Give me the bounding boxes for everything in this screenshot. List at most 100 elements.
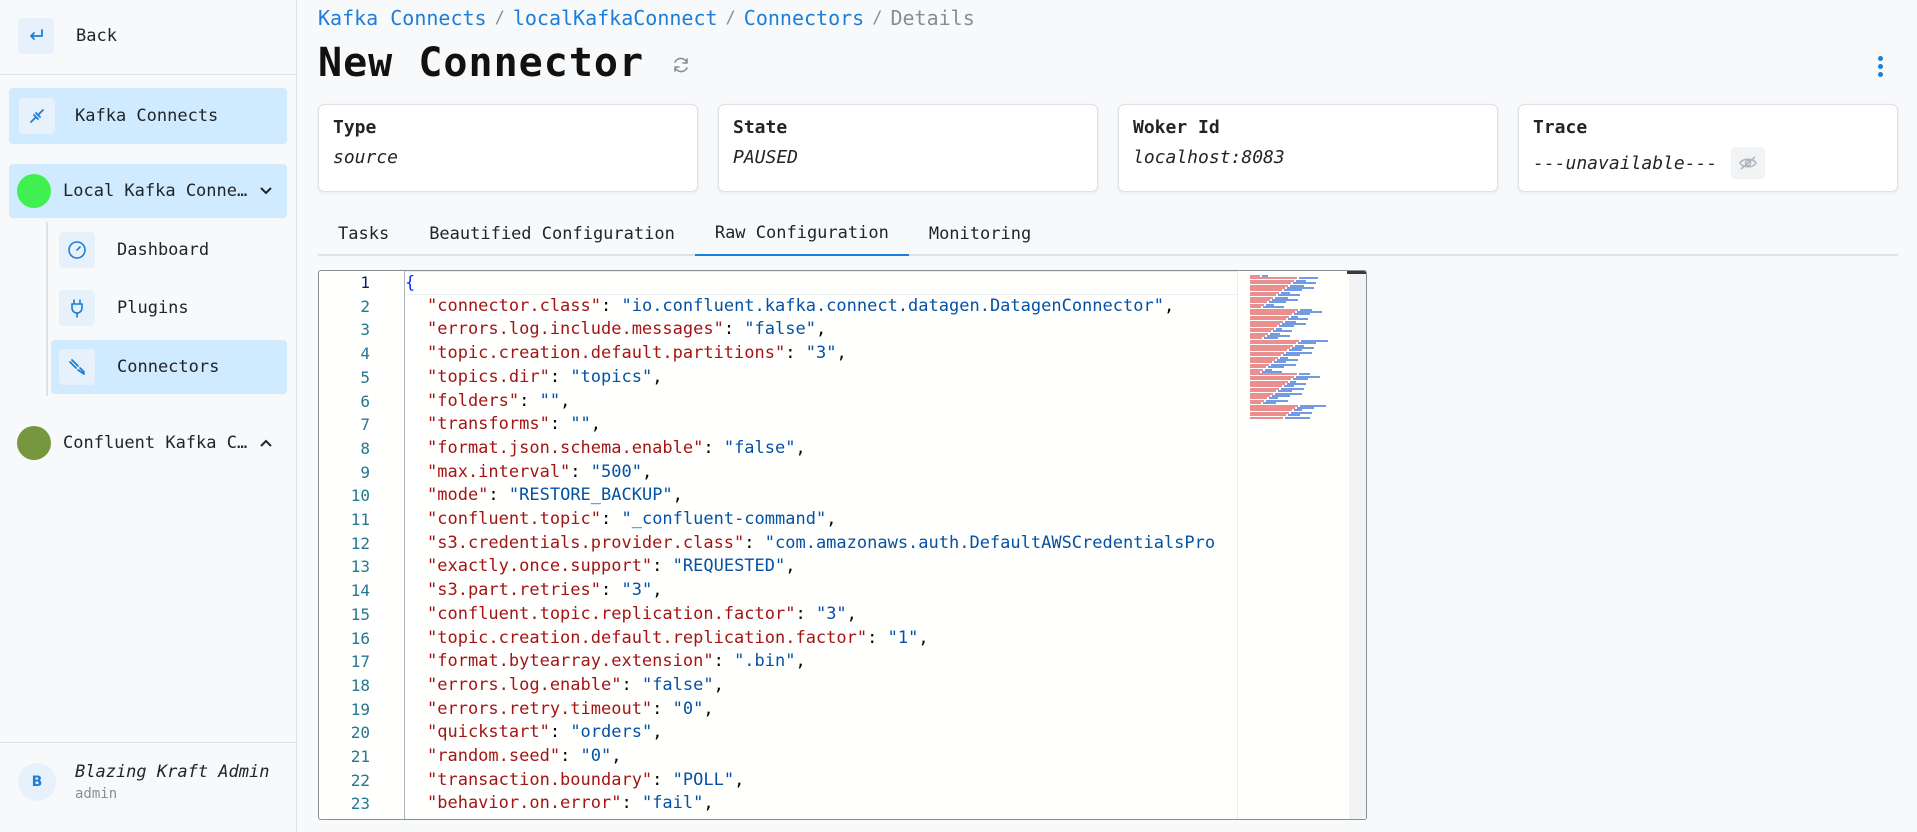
json-colon: : — [621, 793, 642, 814]
nav-kafka-connects[interactable]: Kafka Connects — [9, 88, 287, 144]
json-colon: : — [652, 698, 673, 719]
json-key: "topic.creation.default.partitions" — [427, 343, 786, 364]
json-value: "RESTORE_BACKUP" — [508, 485, 673, 506]
cluster-status-dot — [17, 426, 51, 460]
code-editor[interactable]: 1 2 3 4 5 6 7 8 9 10 11 12 13 14 15 16 17 18 19 20 21 22 23 {"… — [318, 270, 1367, 820]
json-value: "3" — [815, 603, 847, 624]
avatar: B — [18, 763, 56, 801]
json-comma: , — [672, 485, 683, 506]
code-line: "max.interval": "500", — [427, 461, 652, 485]
tabs: Tasks Beautified Configuration Raw Confi… — [318, 212, 1898, 256]
json-comma: , — [703, 793, 714, 814]
line-number: 11 — [350, 510, 370, 529]
chevron-down-icon[interactable] — [257, 182, 275, 200]
code-line: "topic.creation.default.partitions": "3"… — [427, 342, 847, 366]
json-value: "3" — [621, 580, 653, 601]
chevron-up-icon[interactable] — [257, 434, 275, 452]
json-brace: { — [405, 273, 416, 293]
code-line: "confluent.topic": "_confluent-command", — [427, 508, 836, 532]
cluster-confluent-label: Confluent Kafka C… — [63, 433, 248, 453]
json-colon: : — [785, 343, 806, 364]
json-value: "false" — [744, 319, 816, 340]
back-label: Back — [76, 26, 117, 46]
json-value: "topics" — [570, 366, 653, 387]
card-value: source — [333, 147, 399, 168]
card-trace: Trace ---unavailable--- — [1518, 104, 1898, 192]
line-number: 5 — [360, 367, 370, 387]
user-menu[interactable]: B Blazing Kraft Admin admin — [18, 762, 269, 802]
tab-tasks[interactable]: Tasks — [318, 212, 409, 256]
minimap-line — [1250, 416, 1283, 419]
code-line: "random.seed": "0", — [427, 745, 622, 769]
line-number: 21 — [350, 747, 370, 766]
code-line: "behavior.on.error": "fail", — [427, 792, 714, 816]
code-line: "quickstart": "orders", — [427, 721, 662, 745]
json-value: "_confluent-command" — [621, 509, 827, 529]
sidebar-item-label: Plugins — [117, 298, 189, 318]
json-value: "1" — [887, 627, 919, 648]
scrollbar-thumb[interactable] — [1347, 271, 1366, 274]
json-key: "errors.log.include.messages" — [427, 319, 724, 340]
card-title: State — [733, 117, 788, 138]
code-line: "topic.creation.default.replication.fact… — [427, 627, 929, 651]
code-line: "topics.dir": "topics", — [427, 366, 662, 390]
eye-off-icon[interactable] — [1731, 147, 1766, 179]
json-colon: : — [549, 722, 571, 743]
json-key: "random.seed" — [427, 746, 561, 766]
code-line: "exactly.once.support": "REQUESTED", — [427, 555, 796, 579]
tab-monitoring[interactable]: Monitoring — [909, 212, 1051, 256]
back-arrow-icon — [18, 18, 54, 54]
breadcrumb: Kafka Connects / localKafkaConnect / Con… — [318, 6, 975, 30]
breadcrumb-kafka-connects[interactable]: Kafka Connects — [318, 6, 487, 30]
json-colon: : — [549, 366, 571, 387]
code-area[interactable]: { "connector.class": "io.confluent.kafka.… — [405, 271, 1237, 819]
code-line: "transforms": "", — [427, 413, 601, 437]
json-key: "behavior.on.error" — [427, 793, 622, 814]
vertical-scrollbar[interactable] — [1349, 271, 1366, 819]
back-button[interactable]: Back — [18, 14, 117, 58]
tab-raw-configuration[interactable]: Raw Configuration — [694, 212, 909, 256]
json-colon: : — [867, 627, 888, 648]
json-colon: : — [519, 390, 540, 411]
nav-kafka-connects-label: Kafka Connects — [75, 106, 219, 126]
breadcrumb-local-kafka-connect[interactable]: localKafkaConnect — [513, 6, 718, 30]
code-line: "folders": "", — [427, 390, 570, 414]
json-key: "connector.class" — [427, 295, 601, 316]
card-state: State PAUSED — [718, 104, 1098, 192]
json-value: "fail" — [641, 793, 704, 814]
minimap[interactable] — [1237, 271, 1366, 819]
line-number: 13 — [350, 557, 370, 577]
json-comma: , — [836, 343, 847, 364]
line-number: 9 — [360, 462, 370, 482]
cluster-local-kafka-connect[interactable]: Local Kafka Conne… — [9, 164, 287, 218]
breadcrumb-connectors[interactable]: Connectors — [744, 6, 864, 30]
line-number: 2 — [360, 296, 370, 316]
json-comma: , — [652, 366, 663, 387]
sidebar-item-connectors[interactable]: Connectors — [51, 340, 287, 394]
json-colon: : — [601, 580, 622, 601]
json-key: "format.bytearray.extension" — [427, 651, 714, 672]
sidebar-item-dashboard[interactable]: Dashboard — [51, 224, 287, 276]
code-line: { — [405, 271, 1237, 295]
plug-icon — [59, 290, 95, 326]
json-comma: , — [590, 414, 602, 435]
cluster-confluent-kafka-connect[interactable]: Confluent Kafka C… — [9, 416, 287, 470]
json-comma: , — [652, 722, 663, 743]
json-colon: : — [601, 509, 622, 529]
json-comma: , — [815, 319, 827, 340]
tab-beautified-configuration[interactable]: Beautified Configuration — [409, 212, 695, 256]
sidebar: Back Kafka Connects Local Kafka Conne… D… — [0, 0, 297, 832]
breadcrumb-separator: / — [872, 8, 883, 28]
more-options-icon[interactable] — [1868, 52, 1892, 80]
sidebar-item-plugins[interactable]: Plugins — [51, 282, 287, 334]
code-line: "errors.log.enable": "false", — [427, 674, 724, 698]
code-line: "connector.class": "io.confluent.kafka.c… — [427, 295, 1174, 319]
json-key: "s3.part.retries" — [427, 580, 601, 601]
code-line: "format.json.schema.enable": "false", — [427, 437, 806, 461]
json-key: "transaction.boundary" — [427, 769, 653, 790]
line-number: 10 — [350, 486, 370, 506]
json-colon: : — [652, 556, 673, 577]
line-number: 17 — [350, 652, 370, 672]
refresh-icon[interactable] — [670, 54, 692, 76]
json-value: "3" — [805, 343, 837, 364]
